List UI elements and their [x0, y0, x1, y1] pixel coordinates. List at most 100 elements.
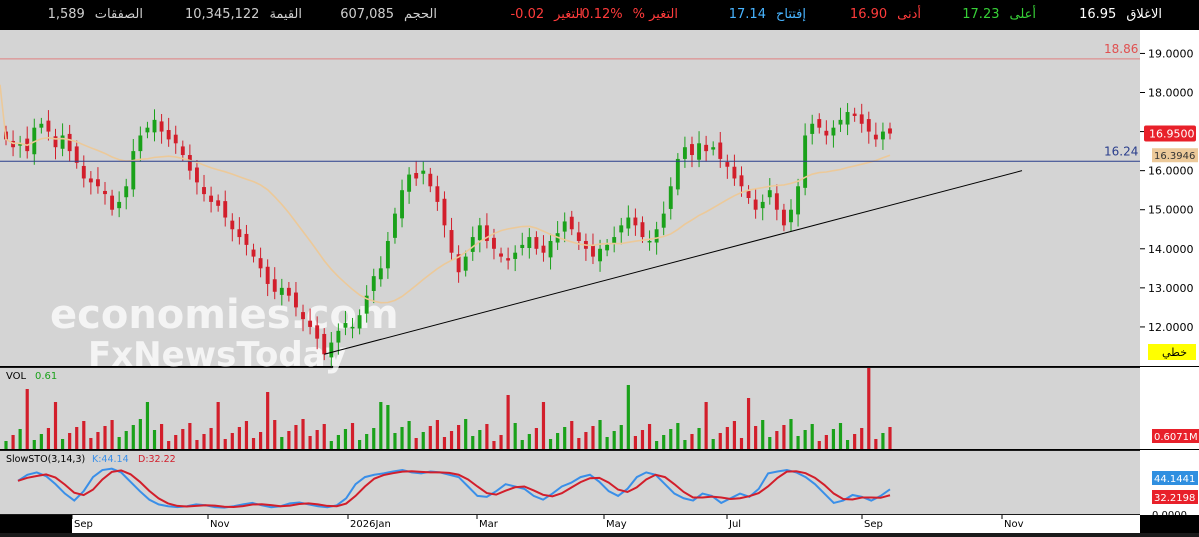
volume-bar	[273, 420, 277, 449]
quote-trades-value: 1,589	[47, 7, 85, 22]
candle-body	[279, 287, 284, 295]
volume-bar	[131, 425, 135, 449]
volume-bar	[266, 392, 270, 449]
quote-close-value: 16.95	[1079, 7, 1117, 22]
candle-body	[562, 221, 567, 232]
quote-change-pct-label: التغير %	[632, 7, 678, 22]
candle-body	[350, 326, 355, 329]
candle-body	[704, 144, 709, 152]
volume-bar	[315, 430, 319, 449]
volume-bar	[152, 430, 157, 449]
volume-bar	[167, 441, 171, 449]
volume-bar	[294, 425, 298, 449]
candle-body	[760, 201, 765, 209]
volume-bar	[669, 429, 673, 449]
volume-bar	[718, 433, 722, 449]
price-tick-label: 14.0000	[1148, 243, 1194, 256]
volume-bar	[259, 432, 263, 449]
volume-bar	[414, 438, 418, 449]
candle-body	[216, 200, 221, 206]
candle-body	[633, 217, 638, 226]
candle-body	[682, 147, 687, 159]
scale-mode-label: خطي	[1162, 346, 1187, 359]
candle-body	[690, 144, 694, 156]
candle-body	[421, 170, 426, 174]
sto-k-value: 44.1441	[1154, 474, 1195, 485]
candle-body	[711, 147, 716, 150]
volume-bar	[216, 402, 220, 449]
candle-body	[739, 175, 744, 187]
volume-bar	[570, 421, 574, 449]
candle-body	[591, 245, 595, 257]
volume-bar	[18, 429, 22, 449]
support-label: 16.24	[1104, 144, 1138, 158]
quote-change-value: -0.02	[510, 7, 545, 22]
quote-volume: الحجم 607,085	[340, 7, 437, 22]
candle-body	[294, 292, 298, 308]
volume-bar	[471, 436, 475, 449]
quote-bar: الاغلاق 16.95 أعلى 17.23 أدنى 16.90 إفتتاح 17.1…	[0, 0, 1199, 30]
volume-bar	[676, 423, 680, 449]
volume-bar	[888, 427, 892, 449]
time-tick-label: Jul	[728, 519, 741, 530]
volume-bar	[103, 426, 107, 449]
quote-low: أدنى 16.90	[850, 7, 921, 22]
volume-bar	[817, 441, 821, 449]
candle-body	[668, 186, 673, 209]
last-price-label: 16.9500	[1149, 128, 1195, 141]
volume-bar	[251, 438, 256, 449]
volume-bar	[768, 437, 772, 449]
volume-pane	[0, 368, 1140, 449]
candle-body	[414, 172, 419, 179]
candle-body	[67, 133, 72, 152]
volume-bar	[605, 437, 609, 449]
volume-bar	[732, 421, 737, 449]
volume-bar	[244, 421, 249, 449]
quote-close-label: الاغلاق	[1126, 7, 1162, 22]
volume-bar	[329, 441, 333, 449]
candle-body	[619, 225, 624, 233]
volume-bar	[287, 431, 291, 449]
candle-body	[880, 131, 885, 140]
volume-bar	[746, 398, 751, 449]
candle-body	[131, 151, 136, 190]
quote-open-value: 17.14	[728, 7, 766, 22]
watermark-fxnewstoday: FxNewsToday	[88, 335, 347, 375]
candle-body	[81, 165, 86, 179]
volume-bar	[400, 427, 404, 449]
quote-trades: الصفقات 1,589	[48, 7, 143, 22]
candle-body	[95, 179, 100, 187]
volume-bar	[350, 423, 355, 449]
candle-body	[534, 237, 539, 249]
volume-bar	[322, 424, 326, 449]
volume-bar	[428, 426, 432, 449]
candle-body	[145, 127, 150, 133]
candle-body	[527, 237, 532, 249]
candle-body	[173, 134, 178, 144]
candle-body	[166, 130, 171, 140]
volume-bar	[393, 433, 397, 449]
volume-bar	[640, 430, 645, 449]
volume-bar	[647, 424, 652, 449]
candle-body	[477, 225, 482, 241]
price-tick-label: 12.0000	[1148, 321, 1194, 334]
candle-body	[251, 249, 256, 257]
candle-body	[329, 342, 334, 358]
candle-body	[718, 142, 723, 159]
volume-bar	[358, 440, 362, 449]
quote-high-label: أعلى	[1009, 7, 1036, 22]
volume-bar	[457, 425, 461, 449]
volume-bar	[881, 433, 885, 449]
candle-body	[385, 240, 390, 269]
candle-body	[46, 120, 51, 132]
candle-body	[202, 187, 206, 195]
sto-d-value: 32.2198	[1154, 493, 1195, 504]
candle-body	[244, 233, 249, 245]
volume-title-value: 0.61	[35, 371, 57, 382]
sto-zero-tick: 0.0000	[1152, 510, 1187, 521]
candle-body	[781, 209, 786, 226]
quote-high-value: 17.23	[962, 7, 1000, 22]
quote-low-value: 16.90	[849, 7, 888, 22]
volume-bar	[598, 420, 602, 449]
price-tick-label: 13.0000	[1148, 282, 1194, 295]
